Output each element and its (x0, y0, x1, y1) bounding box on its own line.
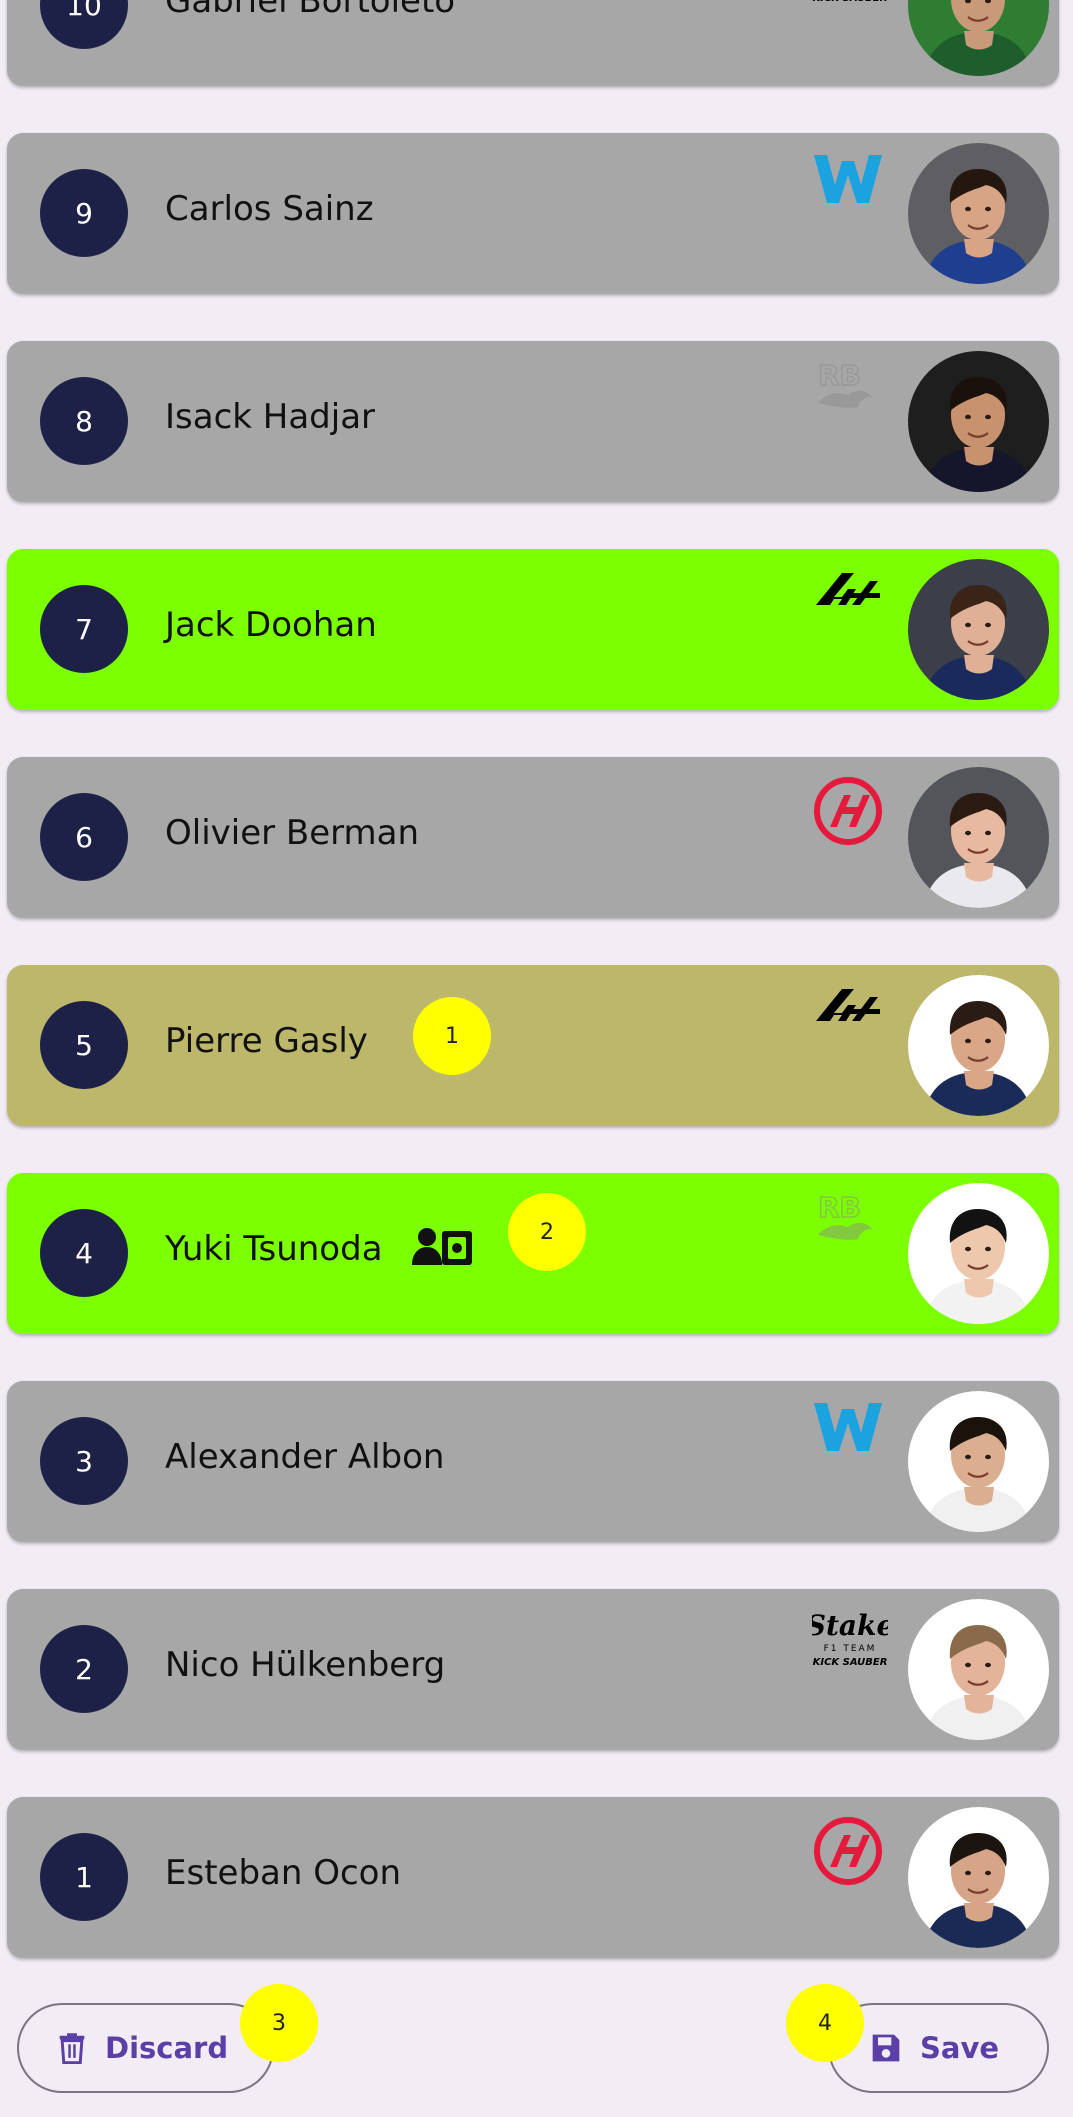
driver-avatar (908, 1183, 1049, 1324)
step-marker-2: 2 (508, 1193, 586, 1271)
driver-name: Gabriel Bortoleto (165, 0, 456, 21)
driver-avatar (908, 1807, 1049, 1948)
driver-card-7[interactable]: 7 Jack Doohan (7, 549, 1059, 710)
driver-card-10[interactable]: 10 Gabriel Bortoleto Stake F1 TEAM KICK S… (7, 0, 1059, 86)
alpine-logo (812, 983, 884, 1047)
step-marker-4: 4 (786, 1984, 864, 2062)
position-badge: 7 (40, 585, 128, 673)
driver-card-8[interactable]: 8 Isack Hadjar RB (7, 341, 1059, 502)
step-marker-1: 1 (413, 997, 491, 1075)
save-label: Save (920, 2031, 1000, 2065)
svg-text:KICK SAUBER: KICK SAUBER (813, 0, 888, 4)
position-badge: 8 (40, 377, 128, 465)
driver-avatar (908, 1391, 1049, 1532)
position-badge: 1 (40, 1833, 128, 1921)
floppy-disk-icon (870, 2032, 902, 2064)
driver-name: Pierre Gasly (165, 1021, 368, 1061)
driver-avatar (908, 975, 1049, 1116)
driver-name: Isack Hadjar (165, 397, 376, 437)
stake-logo: Stake F1 TEAM KICK SAUBER (812, 0, 888, 7)
racing-bulls-logo: RB (812, 358, 884, 423)
driver-avatar (908, 0, 1049, 76)
position-badge: 2 (40, 1625, 128, 1713)
position-badge: 10 (40, 0, 128, 49)
position-badge: 5 (40, 1001, 128, 1089)
stake-logo: Stake F1 TEAM KICK SAUBER (806, 1607, 895, 1671)
svg-text:KICK SAUBER: KICK SAUBER (813, 1657, 888, 1668)
driver-card-9[interactable]: 9 Carlos Sainz (7, 133, 1059, 294)
driver-avatar (908, 351, 1049, 492)
driver-name: Yuki Tsunoda (165, 1229, 383, 1269)
driver-card-6[interactable]: 6 Olivier Berman (7, 757, 1059, 918)
driver-name: Jack Doohan (165, 605, 377, 645)
driver-avatar (908, 1599, 1049, 1740)
svg-text:RB: RB (818, 359, 861, 392)
racing-bulls-logo: RB (812, 1190, 884, 1255)
driver-name: Esteban Ocon (165, 1853, 402, 1893)
driver-name: Carlos Sainz (165, 189, 374, 229)
step-marker-3: 3 (240, 1984, 318, 2062)
position-badge: 6 (40, 793, 128, 881)
driver-name: Alexander Albon (165, 1437, 445, 1477)
position-badge: 9 (40, 169, 128, 257)
driver-card-5[interactable]: 5 Pierre Gasly (7, 965, 1059, 1126)
discard-button[interactable]: Discard (17, 2003, 274, 2093)
contact-card-icon (412, 1225, 474, 1274)
driver-avatar (908, 143, 1049, 284)
driver-name: Nico Hülkenberg (165, 1645, 446, 1685)
driver-card-1[interactable]: 1 Esteban Ocon (7, 1797, 1059, 1958)
driver-card-2[interactable]: 2 Nico Hülkenberg Stake F1 TEAM KICK SAUB… (7, 1589, 1059, 1750)
driver-card-3[interactable]: 3 Alexander Albon (7, 1381, 1059, 1542)
alpine-logo (812, 567, 884, 631)
svg-text:Stake: Stake (812, 1609, 888, 1642)
williams-logo (812, 1399, 884, 1463)
discard-label: Discard (105, 2031, 229, 2065)
position-badge: 4 (40, 1209, 128, 1297)
driver-avatar (908, 559, 1049, 700)
position-badge: 3 (40, 1417, 128, 1505)
trash-icon (57, 2032, 87, 2064)
williams-logo (812, 151, 884, 215)
driver-name: Olivier Berman (165, 813, 420, 853)
svg-text:RB: RB (818, 1191, 861, 1224)
haas-logo (812, 775, 884, 845)
svg-text:F1 TEAM: F1 TEAM (824, 1644, 877, 1654)
haas-logo (812, 1815, 884, 1885)
driver-avatar (908, 767, 1049, 908)
